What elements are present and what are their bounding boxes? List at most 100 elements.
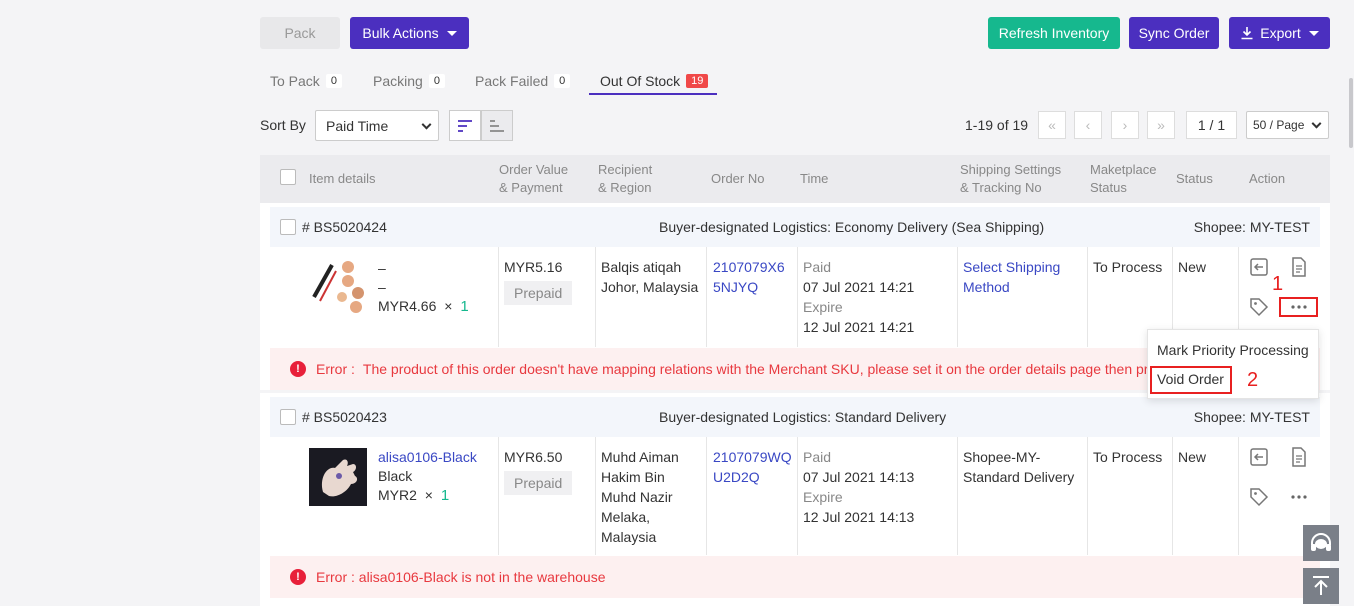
annotation-step-1: 1 xyxy=(1272,273,1284,295)
divider xyxy=(1172,437,1173,555)
prepaid-label: Prepaid xyxy=(504,281,573,305)
marketplace-status: To Process xyxy=(1093,259,1163,275)
select-all-checkbox[interactable] xyxy=(280,169,296,185)
tab-to-pack[interactable]: To Pack 0 xyxy=(270,68,342,94)
count-badge: 0 xyxy=(554,74,571,88)
scrollbar-thumb[interactable] xyxy=(1349,78,1353,148)
payment-badge: Prepaid xyxy=(504,277,573,305)
shipping-line1: Select Shipping xyxy=(963,259,1061,275)
refresh-inventory-button[interactable]: Refresh Inventory xyxy=(988,17,1120,49)
item-price: MYR4.66 xyxy=(378,298,437,314)
tab-out-of-stock[interactable]: Out Of Stock 19 xyxy=(600,68,709,94)
col-item-details: Item details xyxy=(309,171,376,186)
support-button[interactable] xyxy=(1303,525,1339,561)
divider xyxy=(706,247,707,347)
col-shipping-line1: Shipping Settings xyxy=(960,162,1062,177)
sort-value: Paid Time xyxy=(326,117,389,134)
order-time: Paid 07 Jul 2021 14:21 Expire 12 Jul 202… xyxy=(803,257,914,337)
prev-page-button[interactable]: ‹ xyxy=(1074,111,1102,139)
col-action: Action xyxy=(1249,171,1286,186)
paid-label: Paid xyxy=(803,449,832,465)
order-value: MYR5.16 xyxy=(504,259,563,275)
tab-label: Pack Failed xyxy=(475,73,549,89)
next-page-button[interactable]: › xyxy=(1111,111,1139,139)
expire-time: 12 Jul 2021 14:21 xyxy=(803,319,915,335)
paid-time: 07 Jul 2021 14:21 xyxy=(803,279,915,295)
back-to-top-button[interactable] xyxy=(1303,568,1339,604)
tab-packing[interactable]: Packing 0 xyxy=(373,68,445,94)
tag-icon[interactable] xyxy=(1248,296,1270,318)
move-to-pack-icon[interactable] xyxy=(1248,256,1270,278)
mark-priority-processing-item[interactable]: Mark Priority Processing xyxy=(1157,340,1309,360)
first-page-button[interactable]: « xyxy=(1038,111,1066,139)
sort-asc-button[interactable] xyxy=(481,110,513,141)
export-button[interactable]: Export xyxy=(1229,17,1330,49)
tag-icon[interactable] xyxy=(1248,486,1270,508)
page-indicator[interactable]: 1 / 1 xyxy=(1186,111,1237,139)
payment-badge: Prepaid xyxy=(504,467,573,495)
col-order-no: Order No xyxy=(711,171,765,186)
last-page-button[interactable]: » xyxy=(1147,111,1175,139)
export-label: Export xyxy=(1260,25,1301,41)
col-order-value-line2: & Payment xyxy=(499,180,563,195)
order-value: MYR6.50 xyxy=(504,449,563,465)
shipping-line1: Shopee-MY- xyxy=(963,449,1041,465)
select-shipping-method-link[interactable]: Select Shipping Method xyxy=(963,257,1060,297)
divider xyxy=(706,437,707,555)
move-to-pack-icon[interactable] xyxy=(1248,446,1270,468)
document-icon[interactable] xyxy=(1288,446,1310,468)
item-name-link[interactable]: alisa0106-Black xyxy=(378,447,477,467)
expire-label: Expire xyxy=(803,489,843,505)
order-checkbox[interactable] xyxy=(280,409,296,425)
order-status: New xyxy=(1178,449,1207,465)
item-variant: Black xyxy=(378,468,413,484)
col-order-value-line1: Order Value xyxy=(499,162,569,177)
sort-desc-button[interactable] xyxy=(449,110,481,141)
recipient-line1: Muhd Aiman xyxy=(601,449,679,465)
shipping-line2: Standard Delivery xyxy=(963,469,1075,485)
col-shipping-line2: & Tracking No xyxy=(960,180,1042,195)
chevron-down-icon xyxy=(1311,118,1322,129)
error-prefix: Error : xyxy=(316,361,355,377)
order-row: # BS5020423 Buyer-designated Logistics: … xyxy=(260,393,1330,606)
chevron-left-icon: ‹ xyxy=(1085,117,1091,133)
order-header: # BS5020424 Buyer-designated Logistics: … xyxy=(270,207,1320,247)
bulk-actions-button[interactable]: Bulk Actions xyxy=(350,17,469,49)
page-range: 1-19 of 19 xyxy=(965,117,1029,133)
order-number-link[interactable]: 2107079WQ U2D2Q xyxy=(713,447,792,487)
divider xyxy=(498,437,499,555)
expire-label: Expire xyxy=(803,299,843,315)
order-number-line2: 5NJYQ xyxy=(713,279,759,295)
arrow-up-icon xyxy=(1313,576,1329,595)
per-page-select[interactable]: 50 / Page xyxy=(1246,111,1329,139)
divider xyxy=(957,247,958,347)
more-icon[interactable] xyxy=(1288,486,1310,508)
sync-order-button[interactable]: Sync Order xyxy=(1129,17,1219,49)
expire-time: 12 Jul 2021 14:13 xyxy=(803,509,915,525)
count-badge: 0 xyxy=(325,74,342,88)
chevron-right-icon: › xyxy=(1122,117,1128,133)
order-id: # BS5020423 xyxy=(302,409,387,425)
paid-time: 07 Jul 2021 14:13 xyxy=(803,469,915,485)
double-chevron-right-icon: » xyxy=(1157,117,1165,133)
error-message: The product of this order doesn't have m… xyxy=(362,361,1196,377)
order-time: Paid 07 Jul 2021 14:13 Expire 12 Jul 202… xyxy=(803,447,914,527)
order-number-line1: 2107079WQ xyxy=(713,449,792,465)
order-checkbox[interactable] xyxy=(280,219,296,235)
bulk-actions-label: Bulk Actions xyxy=(362,25,439,41)
error-message: Error : alisa0106-Black is not in the wa… xyxy=(316,569,606,585)
tab-pack-failed[interactable]: Pack Failed 0 xyxy=(475,68,571,94)
active-tab-underline xyxy=(589,93,717,95)
divider xyxy=(1087,247,1088,347)
pack-button[interactable]: Pack xyxy=(260,17,340,49)
order-number-link[interactable]: 2107079X6 5NJYQ xyxy=(713,257,785,297)
divider xyxy=(595,247,596,347)
recipient: Muhd Aiman Hakim Bin Muhd Nazir Melaka, … xyxy=(601,447,679,547)
col-marketplace-line2: Status xyxy=(1090,180,1127,195)
order-store: Shopee: MY-TEST xyxy=(1193,219,1310,235)
sort-select[interactable]: Paid Time xyxy=(315,110,439,141)
item-price: MYR2 xyxy=(378,487,417,503)
document-icon[interactable] xyxy=(1288,256,1310,278)
recipient-region: Johor, Malaysia xyxy=(601,279,699,295)
order-logistics: Buyer-designated Logistics: Economy Deli… xyxy=(659,219,1045,235)
